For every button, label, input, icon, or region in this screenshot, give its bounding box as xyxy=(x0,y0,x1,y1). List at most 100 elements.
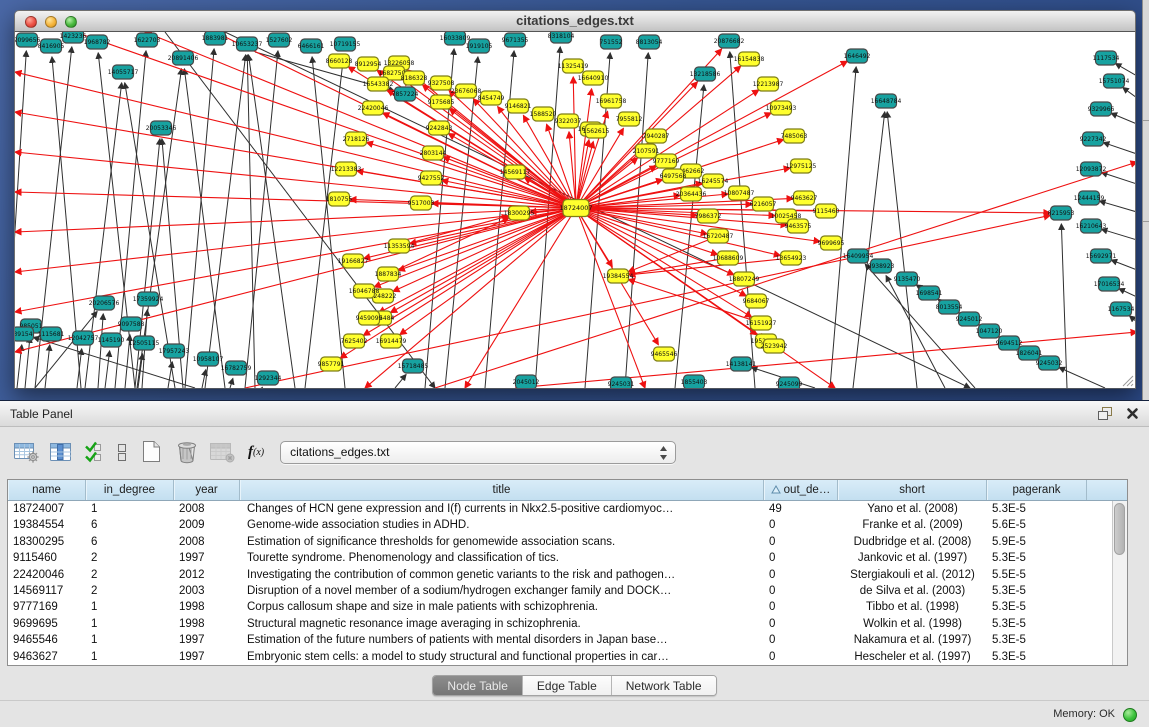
graph-edge[interactable] xyxy=(25,337,30,388)
desktop-right-splitter[interactable] xyxy=(1142,0,1149,400)
column-header-short[interactable]: short xyxy=(838,480,987,500)
column-header-in_degree[interactable]: in_degree xyxy=(86,480,174,500)
table-row[interactable]: 946362711997Embryonic stem cells: a mode… xyxy=(8,649,1112,665)
network-window-title: citations_edges.txt xyxy=(15,11,1135,31)
table-row[interactable]: 969969511998Structural magnetic resonanc… xyxy=(8,616,1112,632)
graph-edge[interactable] xyxy=(1100,201,1136,212)
network-window-titlebar[interactable]: citations_edges.txt xyxy=(14,10,1136,32)
zoom-window-button[interactable] xyxy=(65,16,77,28)
table-row[interactable]: 946554611997Estimation of the future num… xyxy=(8,632,1112,648)
graph-edge[interactable] xyxy=(205,55,246,388)
table-vertical-scrollbar[interactable] xyxy=(1112,501,1127,665)
graph-node-label: 9245032 xyxy=(1036,360,1063,367)
function-builder-icon[interactable]: f(x) xyxy=(248,444,264,461)
graph-node-label: 15718485 xyxy=(398,363,429,370)
graph-edge[interactable] xyxy=(830,67,856,388)
table-cell: Dudbridge et al. (2008) xyxy=(838,534,987,550)
graph-node-label: 16046788 xyxy=(349,288,380,295)
scrollbar-thumb[interactable] xyxy=(1114,503,1125,555)
graph-edge[interactable] xyxy=(780,388,784,389)
graph-edge[interactable] xyxy=(245,215,1050,388)
graph-edge[interactable] xyxy=(1111,113,1136,124)
column-header-year[interactable]: year xyxy=(174,480,240,500)
minimize-window-button[interactable] xyxy=(45,16,57,28)
graph-node-label: 16245574 xyxy=(698,178,729,185)
table-settings-icon[interactable] xyxy=(13,441,40,464)
graph-edge[interactable] xyxy=(687,388,689,389)
select-rows-icon[interactable] xyxy=(83,441,106,464)
row-height-icon[interactable] xyxy=(115,441,130,464)
graph-edge[interactable] xyxy=(1130,316,1136,322)
application-window: citations_edges.txt 18724007866012889129… xyxy=(0,0,1149,727)
graph-edge[interactable] xyxy=(366,142,567,205)
tab-network-table[interactable]: Network Table xyxy=(612,676,716,695)
graph-node-label: 1292344 xyxy=(255,375,282,382)
graph-edge[interactable] xyxy=(35,312,97,388)
graph-edge[interactable] xyxy=(105,351,110,388)
graph-edge[interactable] xyxy=(135,139,160,388)
graph-edge[interactable] xyxy=(628,279,752,320)
graph-edge[interactable] xyxy=(1101,172,1136,184)
graph-edge[interactable] xyxy=(1123,88,1136,98)
table-cell: 19384554 xyxy=(8,517,86,533)
table-cell: 5.6E-5 xyxy=(987,517,1087,533)
graph-node-label: 18724007 xyxy=(559,204,592,212)
close-panel-icon[interactable] xyxy=(1126,407,1139,420)
network-canvas[interactable]: 1872400786601288912954132260581682750816… xyxy=(14,32,1136,389)
column-header-pagerank[interactable]: pagerank xyxy=(987,480,1087,500)
graph-node-label: 9227342 xyxy=(1080,136,1107,143)
network-view-window[interactable]: citations_edges.txt 18724007866012889129… xyxy=(14,10,1136,389)
tab-node-table[interactable]: Node Table xyxy=(433,676,523,695)
window-resize-grip[interactable] xyxy=(1121,374,1134,387)
graph-node-label: 9135470 xyxy=(894,276,921,283)
graph-node-label: 9517003 xyxy=(408,200,435,207)
table-row[interactable]: 1872400712008Changes of HCN gene express… xyxy=(8,501,1112,517)
table-row[interactable]: 911546021997Tourette syndrome. Phenomeno… xyxy=(8,550,1112,566)
graph-edge[interactable] xyxy=(887,112,917,388)
graph-edge[interactable] xyxy=(1103,143,1136,154)
table-row[interactable]: 1456911722003Disruption of a novel membe… xyxy=(8,583,1112,599)
table-body: 1872400712008Changes of HCN gene express… xyxy=(8,501,1112,665)
graph-node-label: 15751074 xyxy=(1099,78,1130,85)
graph-edge[interactable] xyxy=(185,49,214,388)
column-header-name[interactable]: name xyxy=(8,480,86,500)
graph-edge[interactable] xyxy=(184,69,225,388)
graph-node-label: 12213987 xyxy=(753,81,784,88)
graph-edge[interactable] xyxy=(45,345,50,388)
table-cell: 1997 xyxy=(174,649,240,665)
combo-arrows-icon xyxy=(659,445,668,461)
graph-edge[interactable] xyxy=(1111,260,1136,270)
table-row[interactable]: 1938455462009Genome-wide association stu… xyxy=(8,517,1112,533)
new-table-icon[interactable] xyxy=(139,440,165,464)
graph-edge[interactable] xyxy=(75,32,568,205)
column-header-out_de[interactable]: out_de… xyxy=(764,480,838,500)
table-row[interactable]: 977716911998Corpus callosum shape and si… xyxy=(8,599,1112,615)
table-source-select[interactable]: citations_edges.txt xyxy=(280,441,676,464)
graph-node-label: 9146821 xyxy=(505,103,532,110)
float-panel-icon[interactable] xyxy=(1097,406,1114,421)
table-row[interactable]: 1830029562008Estimation of significance … xyxy=(8,534,1112,550)
graph-edge[interactable] xyxy=(1119,289,1136,297)
column-header-title[interactable]: title xyxy=(240,480,764,500)
graph-node-label: 9427552 xyxy=(418,175,445,182)
table-cell: 2 xyxy=(86,550,174,566)
graph-edge[interactable] xyxy=(519,388,521,389)
show-columns-icon[interactable] xyxy=(49,441,74,464)
graph-node-label: 8186328 xyxy=(401,75,428,82)
graph-edge[interactable] xyxy=(612,388,616,389)
graph-edge[interactable] xyxy=(1102,229,1136,240)
graph-edge[interactable] xyxy=(98,314,103,388)
graph-node-label: 20206576 xyxy=(89,300,120,307)
delete-table-icon[interactable] xyxy=(174,440,200,464)
graph-node-label: 9857791 xyxy=(318,361,345,368)
table-cell: 1 xyxy=(86,632,174,648)
graph-edge[interactable] xyxy=(230,379,233,388)
table-row[interactable]: 2242004622012Investigating the contribut… xyxy=(8,567,1112,583)
close-window-button[interactable] xyxy=(25,16,37,28)
memory-status-indicator[interactable] xyxy=(1123,708,1137,722)
tab-edge-table[interactable]: Edge Table xyxy=(523,676,612,695)
graph-edge[interactable] xyxy=(395,375,406,388)
graph-edge[interactable] xyxy=(15,208,567,232)
graph-edge[interactable] xyxy=(168,362,172,388)
graph-edge[interactable] xyxy=(442,180,567,206)
